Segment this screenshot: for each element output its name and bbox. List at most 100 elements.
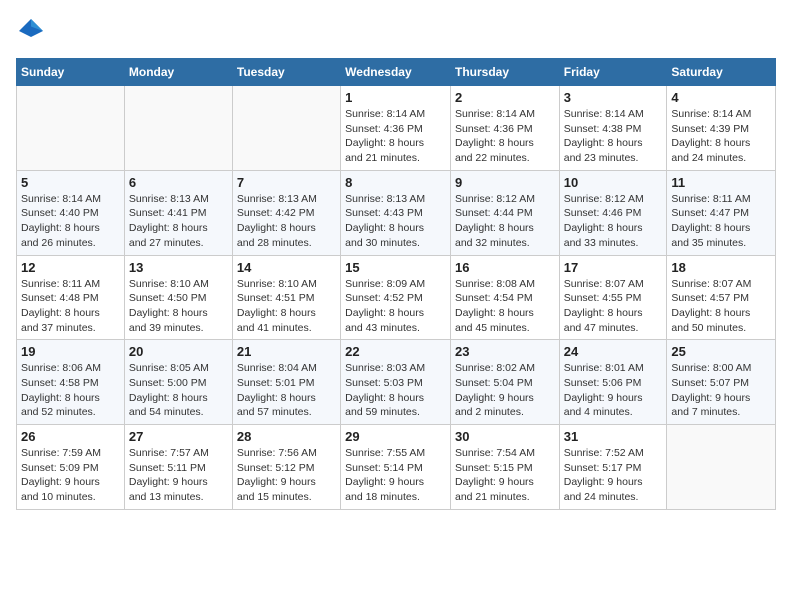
day-info: Sunrise: 8:10 AM Sunset: 4:51 PM Dayligh… — [237, 277, 336, 336]
day-number: 6 — [129, 175, 228, 190]
calendar-day-cell — [667, 425, 776, 510]
day-info: Sunrise: 8:08 AM Sunset: 4:54 PM Dayligh… — [455, 277, 555, 336]
day-info: Sunrise: 8:13 AM Sunset: 4:41 PM Dayligh… — [129, 192, 228, 251]
calendar-day-cell: 12Sunrise: 8:11 AM Sunset: 4:48 PM Dayli… — [17, 255, 125, 340]
day-number: 12 — [21, 260, 120, 275]
day-number: 26 — [21, 429, 120, 444]
day-number: 21 — [237, 344, 336, 359]
calendar-day-cell: 1Sunrise: 8:14 AM Sunset: 4:36 PM Daylig… — [341, 86, 451, 171]
calendar-day-cell: 30 Sunrise: 7:54 AM Sunset: 5:15 PM Dayli… — [450, 425, 559, 510]
calendar-day-cell: 25Sunrise: 8:00 AM Sunset: 5:07 PM Dayli… — [667, 340, 776, 425]
calendar-day-cell — [232, 86, 340, 171]
calendar-header-row: SundayMondayTuesdayWednesdayThursdayFrid… — [17, 59, 776, 86]
calendar-day-cell: 16 Sunrise: 8:08 AM Sunset: 4:54 PM Dayli… — [450, 255, 559, 340]
day-number: 29 — [345, 429, 446, 444]
day-number: 10 — [564, 175, 663, 190]
calendar-week-row: 26 Sunrise: 7:59 AM Sunset: 5:09 PM Dayli… — [17, 425, 776, 510]
day-number: 2 — [455, 90, 555, 105]
day-number: 30 — [455, 429, 555, 444]
calendar-day-cell: 8 Sunrise: 8:13 AM Sunset: 4:43 PM Daylig… — [341, 170, 451, 255]
calendar-day-cell: 31 Sunrise: 7:52 AM Sunset: 5:17 PM Dayli… — [559, 425, 667, 510]
day-info: Sunrise: 7:52 AM Sunset: 5:17 PM Dayligh… — [564, 446, 663, 505]
calendar-day-cell: 26 Sunrise: 7:59 AM Sunset: 5:09 PM Dayli… — [17, 425, 125, 510]
day-info: Sunrise: 8:10 AM Sunset: 4:50 PM Dayligh… — [129, 277, 228, 336]
day-info: Sunrise: 8:14 AM Sunset: 4:36 PM Dayligh… — [455, 107, 555, 166]
calendar-day-cell: 23 Sunrise: 8:02 AM Sunset: 5:04 PM Dayli… — [450, 340, 559, 425]
calendar-day-cell: 5 Sunrise: 8:14 AM Sunset: 4:40 PM Daylig… — [17, 170, 125, 255]
day-number: 14 — [237, 260, 336, 275]
day-info: Sunrise: 8:02 AM Sunset: 5:04 PM Dayligh… — [455, 361, 555, 420]
day-number: 22 — [345, 344, 446, 359]
day-info: Sunrise: 8:14 AM Sunset: 4:40 PM Dayligh… — [21, 192, 120, 251]
calendar-day-cell: 6 Sunrise: 8:13 AM Sunset: 4:41 PM Daylig… — [124, 170, 232, 255]
day-info: Sunrise: 8:03 AM Sunset: 5:03 PM Dayligh… — [345, 361, 446, 420]
calendar-day-cell: 7 Sunrise: 8:13 AM Sunset: 4:42 PM Daylig… — [232, 170, 340, 255]
calendar-day-cell: 18 Sunrise: 8:07 AM Sunset: 4:57 PM Dayli… — [667, 255, 776, 340]
day-number: 15 — [345, 260, 446, 275]
calendar-day-cell: 20 Sunrise: 8:05 AM Sunset: 5:00 PM Dayli… — [124, 340, 232, 425]
day-info: Sunrise: 8:14 AM Sunset: 4:39 PM Dayligh… — [671, 107, 771, 166]
day-info: Sunrise: 8:04 AM Sunset: 5:01 PM Dayligh… — [237, 361, 336, 420]
day-number: 27 — [129, 429, 228, 444]
calendar-day-cell: 11Sunrise: 8:11 AM Sunset: 4:47 PM Dayli… — [667, 170, 776, 255]
calendar-day-cell: 13 Sunrise: 8:10 AM Sunset: 4:50 PM Dayli… — [124, 255, 232, 340]
day-info: Sunrise: 8:09 AM Sunset: 4:52 PM Dayligh… — [345, 277, 446, 336]
calendar-table: SundayMondayTuesdayWednesdayThursdayFrid… — [16, 58, 776, 510]
day-info: Sunrise: 8:14 AM Sunset: 4:38 PM Dayligh… — [564, 107, 663, 166]
day-info: Sunrise: 7:59 AM Sunset: 5:09 PM Dayligh… — [21, 446, 120, 505]
day-number: 5 — [21, 175, 120, 190]
day-number: 24 — [564, 344, 663, 359]
calendar-day-cell: 28 Sunrise: 7:56 AM Sunset: 5:12 PM Dayli… — [232, 425, 340, 510]
calendar-day-cell — [124, 86, 232, 171]
day-number: 7 — [237, 175, 336, 190]
day-number: 23 — [455, 344, 555, 359]
calendar-day-cell: 22 Sunrise: 8:03 AM Sunset: 5:03 PM Dayli… — [341, 340, 451, 425]
day-of-week-header: Friday — [559, 59, 667, 86]
calendar-day-cell: 19 Sunrise: 8:06 AM Sunset: 4:58 PM Dayli… — [17, 340, 125, 425]
calendar-day-cell: 24 Sunrise: 8:01 AM Sunset: 5:06 PM Dayli… — [559, 340, 667, 425]
calendar-week-row: 12Sunrise: 8:11 AM Sunset: 4:48 PM Dayli… — [17, 255, 776, 340]
day-info: Sunrise: 8:12 AM Sunset: 4:46 PM Dayligh… — [564, 192, 663, 251]
calendar-day-cell: 15 Sunrise: 8:09 AM Sunset: 4:52 PM Dayli… — [341, 255, 451, 340]
day-number: 16 — [455, 260, 555, 275]
calendar-day-cell: 9 Sunrise: 8:12 AM Sunset: 4:44 PM Daylig… — [450, 170, 559, 255]
day-info: Sunrise: 7:57 AM Sunset: 5:11 PM Dayligh… — [129, 446, 228, 505]
day-info: Sunrise: 8:07 AM Sunset: 4:57 PM Dayligh… — [671, 277, 771, 336]
day-of-week-header: Thursday — [450, 59, 559, 86]
day-info: Sunrise: 8:05 AM Sunset: 5:00 PM Dayligh… — [129, 361, 228, 420]
calendar-day-cell: 17Sunrise: 8:07 AM Sunset: 4:55 PM Dayli… — [559, 255, 667, 340]
day-info: Sunrise: 8:12 AM Sunset: 4:44 PM Dayligh… — [455, 192, 555, 251]
day-number: 1 — [345, 90, 446, 105]
day-info: Sunrise: 8:13 AM Sunset: 4:42 PM Dayligh… — [237, 192, 336, 251]
day-of-week-header: Tuesday — [232, 59, 340, 86]
day-number: 31 — [564, 429, 663, 444]
day-info: Sunrise: 7:56 AM Sunset: 5:12 PM Dayligh… — [237, 446, 336, 505]
day-of-week-header: Sunday — [17, 59, 125, 86]
calendar-day-cell: 2 Sunrise: 8:14 AM Sunset: 4:36 PM Daylig… — [450, 86, 559, 171]
calendar-day-cell: 4Sunrise: 8:14 AM Sunset: 4:39 PM Daylig… — [667, 86, 776, 171]
day-info: Sunrise: 7:54 AM Sunset: 5:15 PM Dayligh… — [455, 446, 555, 505]
day-number: 18 — [671, 260, 771, 275]
calendar-day-cell: 27 Sunrise: 7:57 AM Sunset: 5:11 PM Dayli… — [124, 425, 232, 510]
header — [16, 16, 776, 46]
day-info: Sunrise: 8:07 AM Sunset: 4:55 PM Dayligh… — [564, 277, 663, 336]
calendar-day-cell: 14 Sunrise: 8:10 AM Sunset: 4:51 PM Dayli… — [232, 255, 340, 340]
day-number: 20 — [129, 344, 228, 359]
day-info: Sunrise: 8:13 AM Sunset: 4:43 PM Dayligh… — [345, 192, 446, 251]
day-number: 8 — [345, 175, 446, 190]
calendar-week-row: 1 Sunrise: 8:14 AM Sunset: 4:36 PM Daylig… — [17, 86, 776, 171]
day-info: Sunrise: 8:01 AM Sunset: 5:06 PM Dayligh… — [564, 361, 663, 420]
day-number: 28 — [237, 429, 336, 444]
calendar-week-row: 19 Sunrise: 8:06 AM Sunset: 4:58 PM Dayli… — [17, 340, 776, 425]
day-number: 3 — [564, 90, 663, 105]
day-number: 19 — [21, 344, 120, 359]
calendar-day-cell: 21 Sunrise: 8:04 AM Sunset: 5:01 PM Dayli… — [232, 340, 340, 425]
day-info: Sunrise: 7:55 AM Sunset: 5:14 PM Dayligh… — [345, 446, 446, 505]
logo-icon — [16, 16, 46, 46]
calendar-day-cell: 10 Sunrise: 8:12 AM Sunset: 4:46 PM Dayli… — [559, 170, 667, 255]
logo — [16, 16, 50, 46]
day-of-week-header: Wednesday — [341, 59, 451, 86]
day-number: 13 — [129, 260, 228, 275]
day-number: 9 — [455, 175, 555, 190]
day-info: Sunrise: 8:06 AM Sunset: 4:58 PM Dayligh… — [21, 361, 120, 420]
